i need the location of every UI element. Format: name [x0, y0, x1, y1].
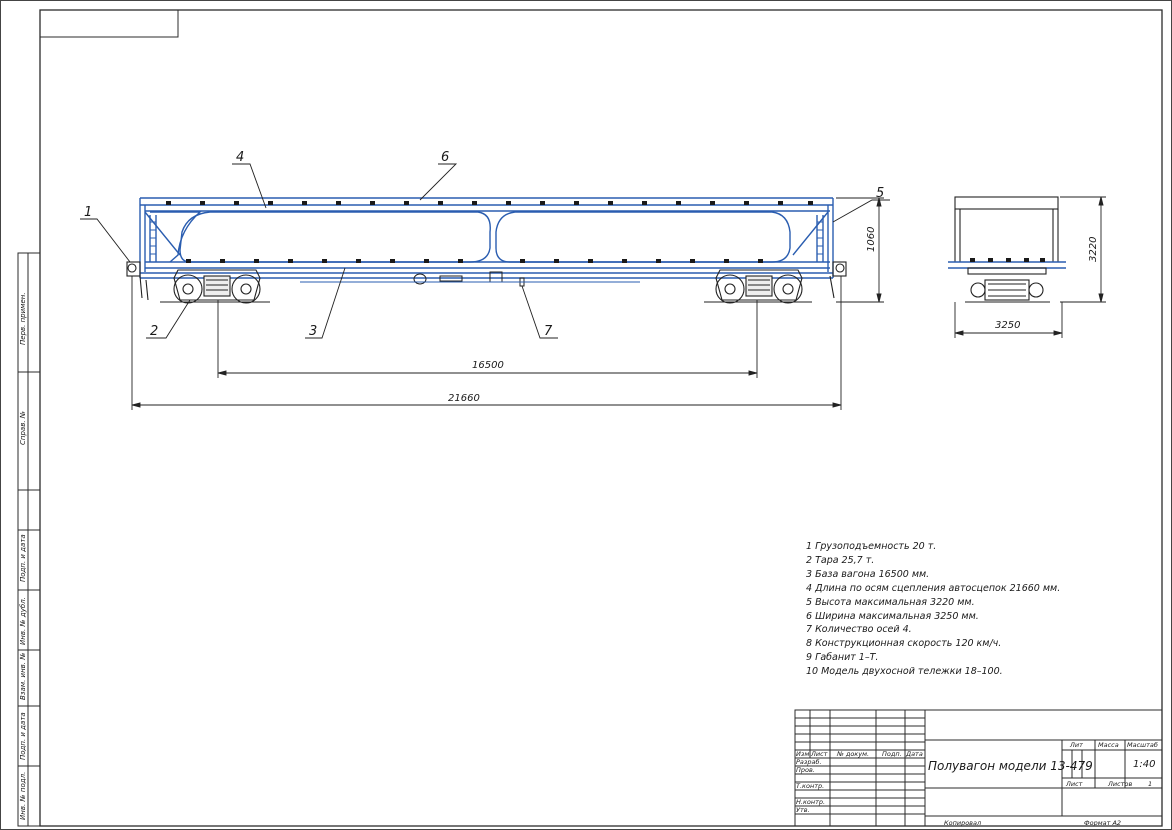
margin-label: Перв. примен. — [19, 292, 27, 345]
callout-7: 7 — [544, 324, 553, 339]
technical-notes: 1 Грузоподъемность 20 т. 2 Тара 25,7 т. … — [806, 540, 1060, 679]
note-item: 9 Габанит 1–Т. — [806, 652, 879, 664]
tb-lit-label: Лит — [1069, 741, 1083, 749]
note-item: 5 Высота максимальная 3220 мм. — [806, 596, 975, 608]
dim-width: 3250 — [995, 320, 1020, 331]
note-item: 2 Тара 25,7 т. — [806, 554, 875, 566]
tb-col-date: Дата — [905, 750, 923, 758]
note-item: 10 Модель двухосной тележки 18–100. — [806, 666, 1003, 678]
dim-height-max: 3220 — [1088, 237, 1099, 262]
wagon-end-view — [948, 196, 1066, 303]
note-item: 8 Конструкционная скорость 120 км/ч. — [806, 638, 1002, 650]
dimension-lines — [131, 197, 884, 410]
callout-6: 6 — [441, 150, 449, 165]
callout-3: 3 — [309, 324, 317, 339]
tb-col-sign: Подп. — [882, 750, 902, 758]
tb-title: Полувагон модели 13-479 — [928, 759, 1093, 773]
bogie-right — [704, 269, 812, 304]
tb-mass-label: Масса — [1098, 741, 1119, 749]
callout-1: 1 — [84, 205, 92, 220]
callout-4: 4 — [236, 150, 244, 165]
sheet-border — [0, 0, 1172, 830]
dim-base: 16500 — [472, 360, 504, 371]
margin-label: Инв. № дубл. — [19, 597, 27, 645]
note-item: 3 База вагона 16500 мм. — [806, 568, 930, 580]
note-item: 7 Количество осей 4. — [806, 624, 912, 636]
note-item: 4 Длина по осям сцепления автосцепок 216… — [806, 582, 1061, 594]
tb-col-izm: Изм — [796, 750, 809, 758]
drawing-frame — [39, 9, 1163, 827]
margin-label: Инв. № подл. — [19, 772, 27, 820]
corner-stamp — [39, 9, 179, 38]
note-item: 6 Ширина максимальная 3250 мм. — [806, 610, 979, 622]
margin-label: Справ. № — [19, 411, 27, 445]
bogie-left — [160, 269, 270, 304]
tb-sheets-label: Листов — [1107, 780, 1132, 788]
tb-sheet-label: Лист — [1065, 780, 1083, 788]
note-item: 1 Грузоподъемность 20 т. — [806, 541, 937, 552]
tb-role: Утв. — [796, 806, 810, 814]
tb-scale-value: 1:40 — [1133, 759, 1155, 770]
tb-role: Т.контр. — [796, 782, 824, 790]
margin-label: Подп. и дата — [19, 534, 27, 582]
dim-height-side: 1060 — [866, 227, 877, 252]
tb-role: Разраб. — [796, 758, 822, 766]
tb-scale-label: Масштаб — [1127, 741, 1158, 749]
tb-role: Пров. — [796, 766, 815, 774]
wagon-side-view — [126, 197, 847, 304]
tb-col-list: Лист — [810, 750, 828, 758]
tb-col-doc: № докум. — [836, 750, 869, 758]
tb-format: Формат А2 — [1084, 819, 1121, 827]
tb-sheets-value: 1 — [1148, 780, 1152, 788]
callout-leaders — [80, 163, 890, 339]
tb-copied: Копировал — [944, 819, 981, 827]
margin-label: Взам. инв. № — [19, 652, 27, 700]
callout-5: 5 — [876, 186, 884, 201]
margin-label: Подп. и дата — [19, 712, 27, 760]
callout-2: 2 — [150, 324, 158, 339]
tb-role: Н.контр. — [796, 798, 825, 806]
drawing-sheet: Перв. примен. Справ. № Подп. и дата Инв.… — [0, 0, 1172, 830]
dim-length: 21660 — [448, 393, 480, 404]
